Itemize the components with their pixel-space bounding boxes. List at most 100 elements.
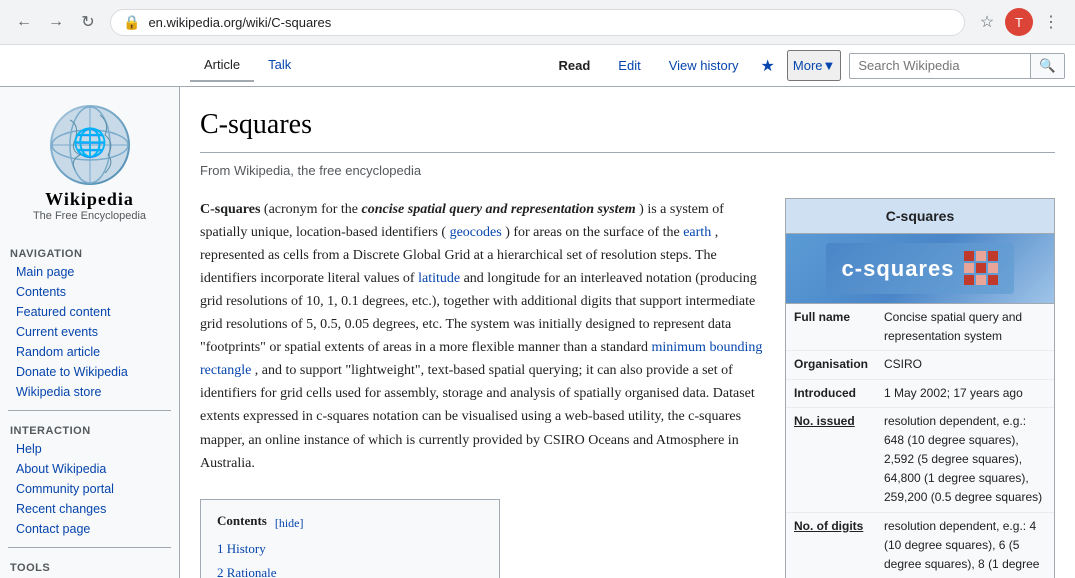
article-acronym: concise spatial query and representation… [362, 202, 636, 217]
infobox-row-fullname: Full name Concise spatial query and repr… [786, 304, 1054, 351]
grid-cell-9 [988, 275, 998, 285]
sidebar-item-contact[interactable]: Contact page [0, 519, 179, 539]
menu-button[interactable]: ⋮ [1037, 8, 1065, 36]
sidebar-divider-1 [8, 410, 171, 411]
sidebar-item-store[interactable]: Wikipedia store [0, 382, 179, 402]
search-input[interactable] [850, 54, 1030, 77]
infobox-introduced-value: 1 May 2002; 17 years ago [884, 384, 1046, 403]
contents-toggle[interactable]: [hide] [275, 514, 304, 534]
wiki-logo-subtitle: The Free Encyclopedia [33, 210, 146, 222]
contents-list: 1 History 2 Rationale 2.1 Indexing spati… [217, 537, 483, 578]
wiki-page: Article Talk Read Edit View history ★ Mo… [0, 45, 1075, 578]
article-text-1: (acronym for the [264, 202, 362, 217]
contents-title: Contents [217, 510, 267, 531]
contents-link-2[interactable]: 2 Rationale [217, 565, 277, 578]
infobox-introduced-label: Introduced [794, 384, 884, 403]
contents-item-2: 2 Rationale 2.1 Indexing spatial data 2.… [217, 561, 483, 578]
infobox-row-org: Organisation CSIRO [786, 351, 1054, 379]
contents-link-1[interactable]: 1 History [217, 541, 266, 556]
url-text: en.wikipedia.org/wiki/C-squares [148, 15, 952, 30]
latitude-link[interactable]: latitude [418, 271, 460, 286]
infobox: C-squares c-squares [785, 198, 1055, 578]
browser-toolbar: ← → ↻ 🔒 en.wikipedia.org/wiki/C-squares … [0, 0, 1075, 44]
sidebar-item-contents[interactable]: Contents [0, 282, 179, 302]
wiki-body: 🌐 Wikipedia The Free Encyclopedia Naviga… [0, 87, 1075, 578]
infobox-row-no-digits: No. of digits resolution dependent, e.g.… [786, 513, 1054, 578]
browser-actions: ☆ T ⋮ [973, 8, 1065, 36]
article-bold-term: C-squares [200, 202, 260, 217]
browser-chrome: ← → ↻ 🔒 en.wikipedia.org/wiki/C-squares … [0, 0, 1075, 45]
forward-button[interactable]: → [42, 8, 70, 36]
infobox-no-digits-label[interactable]: No. of digits [794, 517, 884, 578]
grid-cell-7 [964, 275, 974, 285]
contents-box: Contents [hide] 1 History 2 Rationale 2.… [200, 499, 500, 578]
tools-heading: Tools [0, 556, 179, 576]
nav-buttons: ← → ↻ [10, 8, 102, 36]
wiki-globe-icon: 🌐 [50, 105, 130, 185]
view-history-button[interactable]: View history [659, 52, 749, 79]
infobox-row-no-issued: No. issued resolution dependent, e.g.: 6… [786, 408, 1054, 513]
wiki-content: C-squares From Wikipedia, the free encyc… [180, 87, 1075, 578]
read-button[interactable]: Read [549, 52, 601, 79]
search-button[interactable]: 🔍 [1030, 54, 1064, 78]
wiki-logo-title: Wikipedia [45, 189, 134, 210]
infobox-org-label: Organisation [794, 355, 884, 374]
sidebar-item-about[interactable]: About Wikipedia [0, 459, 179, 479]
sidebar-interaction: Interaction Help About Wikipedia Communi… [0, 415, 179, 543]
grid-cell-8 [976, 275, 986, 285]
sidebar-item-donate[interactable]: Donate to Wikipedia [0, 362, 179, 382]
infobox-no-issued-value: resolution dependent, e.g.: 648 (10 degr… [884, 412, 1046, 508]
infobox-no-issued-label[interactable]: No. issued [794, 412, 884, 508]
infobox-row-introduced: Introduced 1 May 2002; 17 years ago [786, 380, 1054, 408]
infobox-image: c-squares [786, 234, 1054, 304]
article-title: C-squares [200, 103, 1055, 153]
sidebar-item-featured[interactable]: Featured content [0, 302, 179, 322]
address-bar[interactable]: 🔒 en.wikipedia.org/wiki/C-squares [110, 9, 965, 36]
wiki-logo: 🌐 Wikipedia The Free Encyclopedia [0, 97, 179, 230]
sidebar-item-recent-changes[interactable]: Recent changes [0, 499, 179, 519]
more-button[interactable]: More ▼ [787, 50, 842, 81]
user-avatar[interactable]: T [1005, 8, 1033, 36]
sidebar-divider-2 [8, 547, 171, 548]
sidebar-item-community[interactable]: Community portal [0, 479, 179, 499]
grid-cell-4 [964, 263, 974, 273]
wiki-tabs: Article Talk [190, 49, 305, 82]
grid-cell-2 [976, 251, 986, 261]
contents-item-1: 1 History [217, 537, 483, 560]
infobox-no-digits-value: resolution dependent, e.g.: 4 (10 degree… [884, 517, 1046, 578]
article-text-6: , and to support "lightweight", text-bas… [200, 363, 755, 470]
grid-cell-1 [964, 251, 974, 261]
svg-text:🌐: 🌐 [72, 126, 107, 159]
bookmark-button[interactable]: ☆ [973, 8, 1001, 36]
infobox-fullname-label: Full name [794, 308, 884, 346]
lock-icon: 🔒 [123, 14, 140, 31]
infobox-fullname-value: Concise spatial query and representation… [884, 308, 1046, 346]
sidebar-item-help[interactable]: Help [0, 439, 179, 459]
article-subtitle: From Wikipedia, the free encyclopedia [200, 161, 1055, 182]
csquares-logo: c-squares [826, 243, 1015, 294]
earth-link[interactable]: earth [683, 225, 711, 240]
wiki-header: Article Talk Read Edit View history ★ Mo… [0, 45, 1075, 87]
contents-header: Contents [hide] [217, 510, 483, 537]
grid-cell-5 [976, 263, 986, 273]
edit-button[interactable]: Edit [608, 52, 650, 79]
sidebar-item-current-events[interactable]: Current events [0, 322, 179, 342]
nav-heading: Navigation [0, 242, 179, 262]
sidebar-tools: Tools What links here Related changes Up… [0, 552, 179, 578]
search-box: 🔍 [849, 53, 1065, 79]
infobox-title: C-squares [786, 199, 1054, 234]
csquares-grid-icon [964, 251, 998, 285]
infobox-org-value: CSIRO [884, 355, 1046, 374]
grid-cell-3 [988, 251, 998, 261]
back-button[interactable]: ← [10, 8, 38, 36]
article-text-3: ) for areas on the surface of the [505, 225, 683, 240]
sidebar-navigation: Navigation Main page Contents Featured c… [0, 238, 179, 406]
star-button[interactable]: ★ [757, 52, 779, 80]
sidebar-item-random[interactable]: Random article [0, 342, 179, 362]
geocodes-link[interactable]: geocodes [450, 225, 502, 240]
tab-article[interactable]: Article [190, 49, 254, 82]
sidebar-item-main-page[interactable]: Main page [0, 262, 179, 282]
grid-cell-6 [988, 263, 998, 273]
refresh-button[interactable]: ↻ [74, 8, 102, 36]
tab-talk[interactable]: Talk [254, 49, 305, 82]
